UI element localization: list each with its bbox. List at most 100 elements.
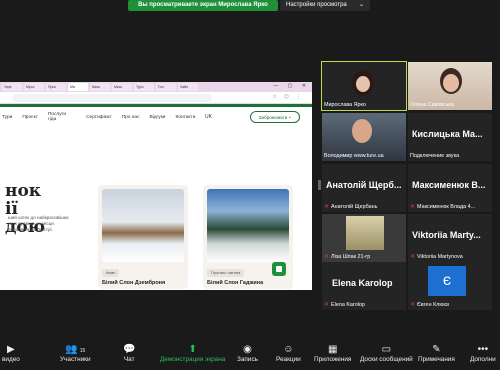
site-nav: Тури Проєкт Послуги гіда Сертифікат Про н…	[0, 107, 312, 127]
share-screen-button[interactable]: ⬆ Демонстрация экрана	[160, 344, 225, 363]
nav-item[interactable]: Сертифікат	[86, 115, 112, 120]
nav-item[interactable]: Відгуки	[149, 115, 165, 120]
participant-tile[interactable]: Кислицька Ма... Подключение звука	[408, 113, 492, 161]
participant-tile[interactable]: Анатолій Щерб... ✕ Анатолій Щербань	[322, 164, 406, 212]
participant-tile[interactable]: Володимир www.ture.ua	[322, 113, 406, 161]
nav-services-sub: гіда	[47, 117, 57, 122]
more-label: Дополни	[470, 356, 496, 363]
apps-icon: ▦	[327, 344, 338, 355]
notes-button[interactable]: ✎ Примечания	[418, 344, 455, 363]
browser-tab[interactable]: Mиш	[90, 83, 110, 91]
apps-button[interactable]: ▦ Приложения	[314, 344, 351, 363]
record-label: Запись	[237, 356, 258, 363]
more-button[interactable]: ••• Дополни	[470, 344, 496, 363]
chat-widget-button[interactable]	[272, 262, 286, 276]
notes-icon: ✎	[432, 344, 441, 355]
view-options-label: Настройки просмотра	[286, 2, 347, 8]
apps-label: Приложения	[314, 356, 352, 363]
whiteboards-label: Доски сообщений	[360, 356, 413, 363]
book-button[interactable]: Забронювати +	[250, 111, 300, 123]
top-bar: Вы просматриваете экран Мирослава Ярко Н…	[0, 0, 500, 12]
browser-tab[interactable]: Прос	[46, 83, 66, 91]
participant-name: Elena Karolop	[332, 278, 393, 288]
notes-label: Примечания	[418, 356, 455, 363]
browser-tab[interactable]: Мрос	[24, 83, 44, 91]
participant-name: Анатолій Щерб...	[326, 180, 402, 190]
participant-subname: ✕ Ліза Шпак 21-гр	[324, 253, 370, 260]
window-controls[interactable]: — ▢ ✕	[273, 83, 310, 89]
participant-tile[interactable]: Viktoriia Marty... ✕ Viktoriia Martynova	[408, 214, 492, 262]
participant-subname: ✕ Viktoriia Martynova	[410, 253, 463, 260]
camera-icon: ▶	[7, 344, 15, 355]
language-select[interactable]: UK	[205, 114, 212, 120]
participant-name: Кислицька Ма...	[412, 129, 483, 139]
video-button[interactable]: ▶ видео	[2, 344, 20, 363]
participant-name: Мирослава Ярко	[324, 102, 366, 108]
tour-image	[207, 189, 289, 262]
chat-label: Чат	[123, 356, 135, 363]
participant-subname-text: Максименюк Влада 4...	[417, 204, 476, 210]
share-screen-label: Демонстрация экрана	[160, 356, 226, 363]
browser-tab[interactable]: Укра	[2, 83, 22, 91]
chevron-down-icon: ⌄	[358, 2, 364, 8]
record-button[interactable]: ◉ Запись	[237, 344, 258, 363]
mic-muted-icon: ✕	[410, 204, 416, 210]
participant-tile[interactable]: Олена Саковська	[408, 62, 492, 110]
participants-count: 15	[79, 348, 86, 354]
address-bar[interactable]	[12, 94, 212, 102]
participant-status: Подключение звука	[410, 153, 460, 159]
tour-card[interactable]: Кемп Білий Слон Дземброня	[98, 185, 188, 289]
view-options-button[interactable]: Настройки просмотра ⌄	[280, 0, 370, 11]
participant-subname-text: Анатолій Щербань	[331, 204, 378, 210]
participant-name: Viktoriia Marty...	[412, 230, 481, 240]
participant-name: Максименюк В...	[412, 180, 486, 190]
nav-item[interactable]: Послуги гіда	[48, 112, 76, 122]
reactions-icon: ☺	[283, 344, 294, 355]
tour-tag: Кемп	[102, 269, 120, 277]
participant-tile[interactable]: ✕ Ліза Шпак 21-гр	[322, 214, 406, 262]
browser-tab[interactable]: Чайн	[178, 83, 198, 91]
browser-tab[interactable]: Mиш	[112, 83, 132, 91]
participant-video-still	[346, 216, 384, 250]
browser-tab[interactable]: Гон	[156, 83, 176, 91]
video-label: видео	[2, 356, 20, 363]
browser-tab-active[interactable]: Ма	[68, 83, 88, 91]
participant-name: Олена Саковська	[410, 102, 454, 108]
participant-tile[interactable]: Мирослава Ярко	[321, 61, 407, 111]
participant-subname: ✕ Максименюк Влада 4...	[410, 203, 475, 210]
shared-screen[interactable]: Укра Мрос Прос Ма Mиш Mиш Туро Гон Чайн …	[0, 82, 312, 290]
nav-item[interactable]: Контакти	[175, 115, 195, 120]
participant-subname: ✕ Євген Клюєв	[410, 301, 449, 308]
extension-icons[interactable]: ☆ ⬡ ⋮	[272, 94, 304, 100]
hero-line: нок	[5, 181, 42, 201]
participant-tile[interactable]: є ✕ Євген Клюєв	[408, 262, 492, 310]
chat-button[interactable]: 💬 Чат	[123, 344, 135, 363]
nav-item[interactable]: Про нас	[122, 115, 140, 120]
tour-tag: Прогало чатина	[207, 269, 245, 277]
participant-tile[interactable]: Elena Karolop ✕ Elena Karolop	[322, 262, 406, 310]
nav-item[interactable]: Проєкт	[22, 115, 38, 120]
participant-name: Володимир www.ture.ua	[324, 153, 384, 159]
tour-title: Білий Слон Дземброня	[102, 280, 166, 286]
participant-face	[443, 74, 459, 92]
meeting-toolbar: ▶ видео 👥 15 Участники 💬 Чат ⬆ Демонстрац…	[0, 340, 500, 370]
hero-text-line: ерпали та на Дністрі.	[8, 227, 53, 232]
participant-avatar: є	[428, 266, 466, 296]
participant-subname: ✕ Elena Karolop	[324, 301, 365, 308]
mic-muted-icon: ✕	[324, 204, 330, 210]
screen-share-notice: Вы просматриваете экран Мирослава Ярко	[128, 0, 278, 11]
reactions-button[interactable]: ☺ Реакции	[276, 344, 301, 363]
participants-button[interactable]: 👥 15 Участники	[60, 344, 91, 363]
participants-icon: 👥 15	[65, 344, 86, 355]
browser-tab[interactable]: Туро	[134, 83, 154, 91]
panel-resize-handle[interactable]	[318, 180, 321, 190]
mic-muted-icon: ✕	[324, 302, 330, 308]
participant-tile[interactable]: Максименюк В... ✕ Максименюк Влада 4...	[408, 164, 492, 212]
mic-muted-icon: ✕	[324, 254, 330, 260]
browser-toolbar: ☆ ⬡ ⋮	[0, 92, 312, 104]
more-icon: •••	[477, 344, 489, 355]
whiteboards-button[interactable]: ▭ Доски сообщений	[360, 344, 413, 363]
participants-label: Участники	[60, 356, 91, 363]
nav-item[interactable]: Тури	[2, 115, 12, 120]
mic-muted-icon: ✕	[410, 302, 416, 308]
